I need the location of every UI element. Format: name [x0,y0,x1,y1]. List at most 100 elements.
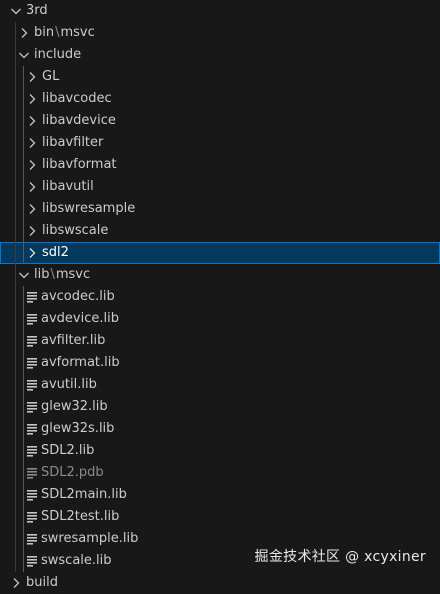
chevron-down-icon [16,44,32,66]
tree-folder-sdl2[interactable]: sdl2 [0,242,440,264]
tree-folder-libavdevice[interactable]: libavdevice [0,110,440,132]
tree-file-avcodec-lib[interactable]: avcodec.lib [0,286,440,308]
tree-folder-bin-msvc[interactable]: bin\msvc [0,22,440,44]
file-lines-icon [24,308,40,330]
file-lines-icon [24,396,40,418]
indent-guide [15,330,16,352]
tree-folder-3rd[interactable]: 3rd [0,0,440,22]
chevron-right-icon [24,66,40,88]
tree-folder-libswresample[interactable]: libswresample [0,198,440,220]
file-label: SDL2.pdb [41,465,104,480]
explorer-tree: 3rd bin\msvc include GL libavcodec libav… [0,0,440,594]
chevron-down-icon [8,0,24,22]
tree-file-avdevice-lib[interactable]: avdevice.lib [0,308,440,330]
tree-file-glew32-lib[interactable]: glew32.lib [0,396,440,418]
tree-file-sdl2-pdb[interactable]: SDL2.pdb [0,462,440,484]
tree-file-avformat-lib[interactable]: avformat.lib [0,352,440,374]
chevron-right-icon [24,176,40,198]
indent-guide [15,352,16,374]
tree-file-glew32s-lib[interactable]: glew32s.lib [0,418,440,440]
chevron-right-icon [24,110,40,132]
chevron-right-icon [24,242,40,264]
file-lines-icon [24,528,40,550]
indent-guide [15,242,16,264]
indent-guide [15,374,16,396]
chevron-right-icon [24,154,40,176]
tree-folder-build[interactable]: build [0,572,440,594]
folder-label: libavcodec [42,91,112,106]
folder-label: GL [42,69,60,84]
file-lines-icon [24,352,40,374]
tree-file-avfilter-lib[interactable]: avfilter.lib [0,330,440,352]
indent-guide [15,154,16,176]
chevron-down-icon [16,264,32,286]
indent-guide [15,418,16,440]
indent-guide [15,132,16,154]
chevron-right-icon [24,132,40,154]
folder-label: lib\msvc [34,267,91,282]
file-lines-icon [24,286,40,308]
folder-label: include [34,47,82,62]
file-lines-icon [24,440,40,462]
file-label: avutil.lib [41,377,97,392]
tree-folder-gl[interactable]: GL [0,66,440,88]
file-lines-icon [24,506,40,528]
tree-file-sdl2-lib[interactable]: SDL2.lib [0,440,440,462]
tree-folder-libavformat[interactable]: libavformat [0,154,440,176]
indent-guide [15,484,16,506]
folder-label: sdl2 [42,245,69,260]
file-label: SDL2.lib [41,443,95,458]
tree-folder-libavutil[interactable]: libavutil [0,176,440,198]
file-label: swresample.lib [41,531,139,546]
tree-folder-libavcodec[interactable]: libavcodec [0,88,440,110]
file-label: glew32.lib [41,399,108,414]
file-label: swscale.lib [41,553,112,568]
chevron-right-icon [16,22,32,44]
folder-label: bin\msvc [34,25,95,40]
tree-folder-include[interactable]: include [0,44,440,66]
indent-guide [15,550,16,572]
tree-file-avutil-lib[interactable]: avutil.lib [0,374,440,396]
file-label: avformat.lib [41,355,120,370]
folder-label: libavdevice [42,113,116,128]
indent-guide [15,440,16,462]
file-lines-icon [24,330,40,352]
file-label: avfilter.lib [41,333,106,348]
indent-guide [15,66,16,88]
chevron-right-icon [24,88,40,110]
file-label: SDL2main.lib [41,487,127,502]
folder-label: libavutil [42,179,94,194]
file-label: avcodec.lib [41,289,115,304]
tree-file-sdl2test-lib[interactable]: SDL2test.lib [0,506,440,528]
tree-folder-libswscale[interactable]: libswscale [0,220,440,242]
file-lines-icon [24,550,40,572]
indent-guide [15,506,16,528]
file-lines-icon [24,484,40,506]
indent-guide [15,220,16,242]
indent-guide [15,198,16,220]
indent-guide [15,88,16,110]
indent-guide [15,308,16,330]
file-label: SDL2test.lib [41,509,120,524]
folder-label: libavformat [42,157,117,172]
tree-folder-libavfilter[interactable]: libavfilter [0,132,440,154]
watermark: 掘金技术社区 @ xcyxiner [254,549,426,565]
indent-guide [15,462,16,484]
folder-label: libswresample [42,201,136,216]
file-lines-icon [24,418,40,440]
file-label: glew32s.lib [41,421,115,436]
folder-label: libavfilter [42,135,104,150]
chevron-right-icon [24,198,40,220]
indent-guide [15,528,16,550]
folder-label: libswscale [42,223,109,238]
indent-guide [15,396,16,418]
tree-file-sdl2main-lib[interactable]: SDL2main.lib [0,484,440,506]
file-label: avdevice.lib [41,311,119,326]
folder-label: 3rd [26,3,48,18]
tree-folder-lib-msvc[interactable]: lib\msvc [0,264,440,286]
indent-guide [15,286,16,308]
file-lines-icon [24,374,40,396]
folder-label: build [26,575,58,590]
file-lines-icon [24,462,40,484]
indent-guide [15,176,16,198]
